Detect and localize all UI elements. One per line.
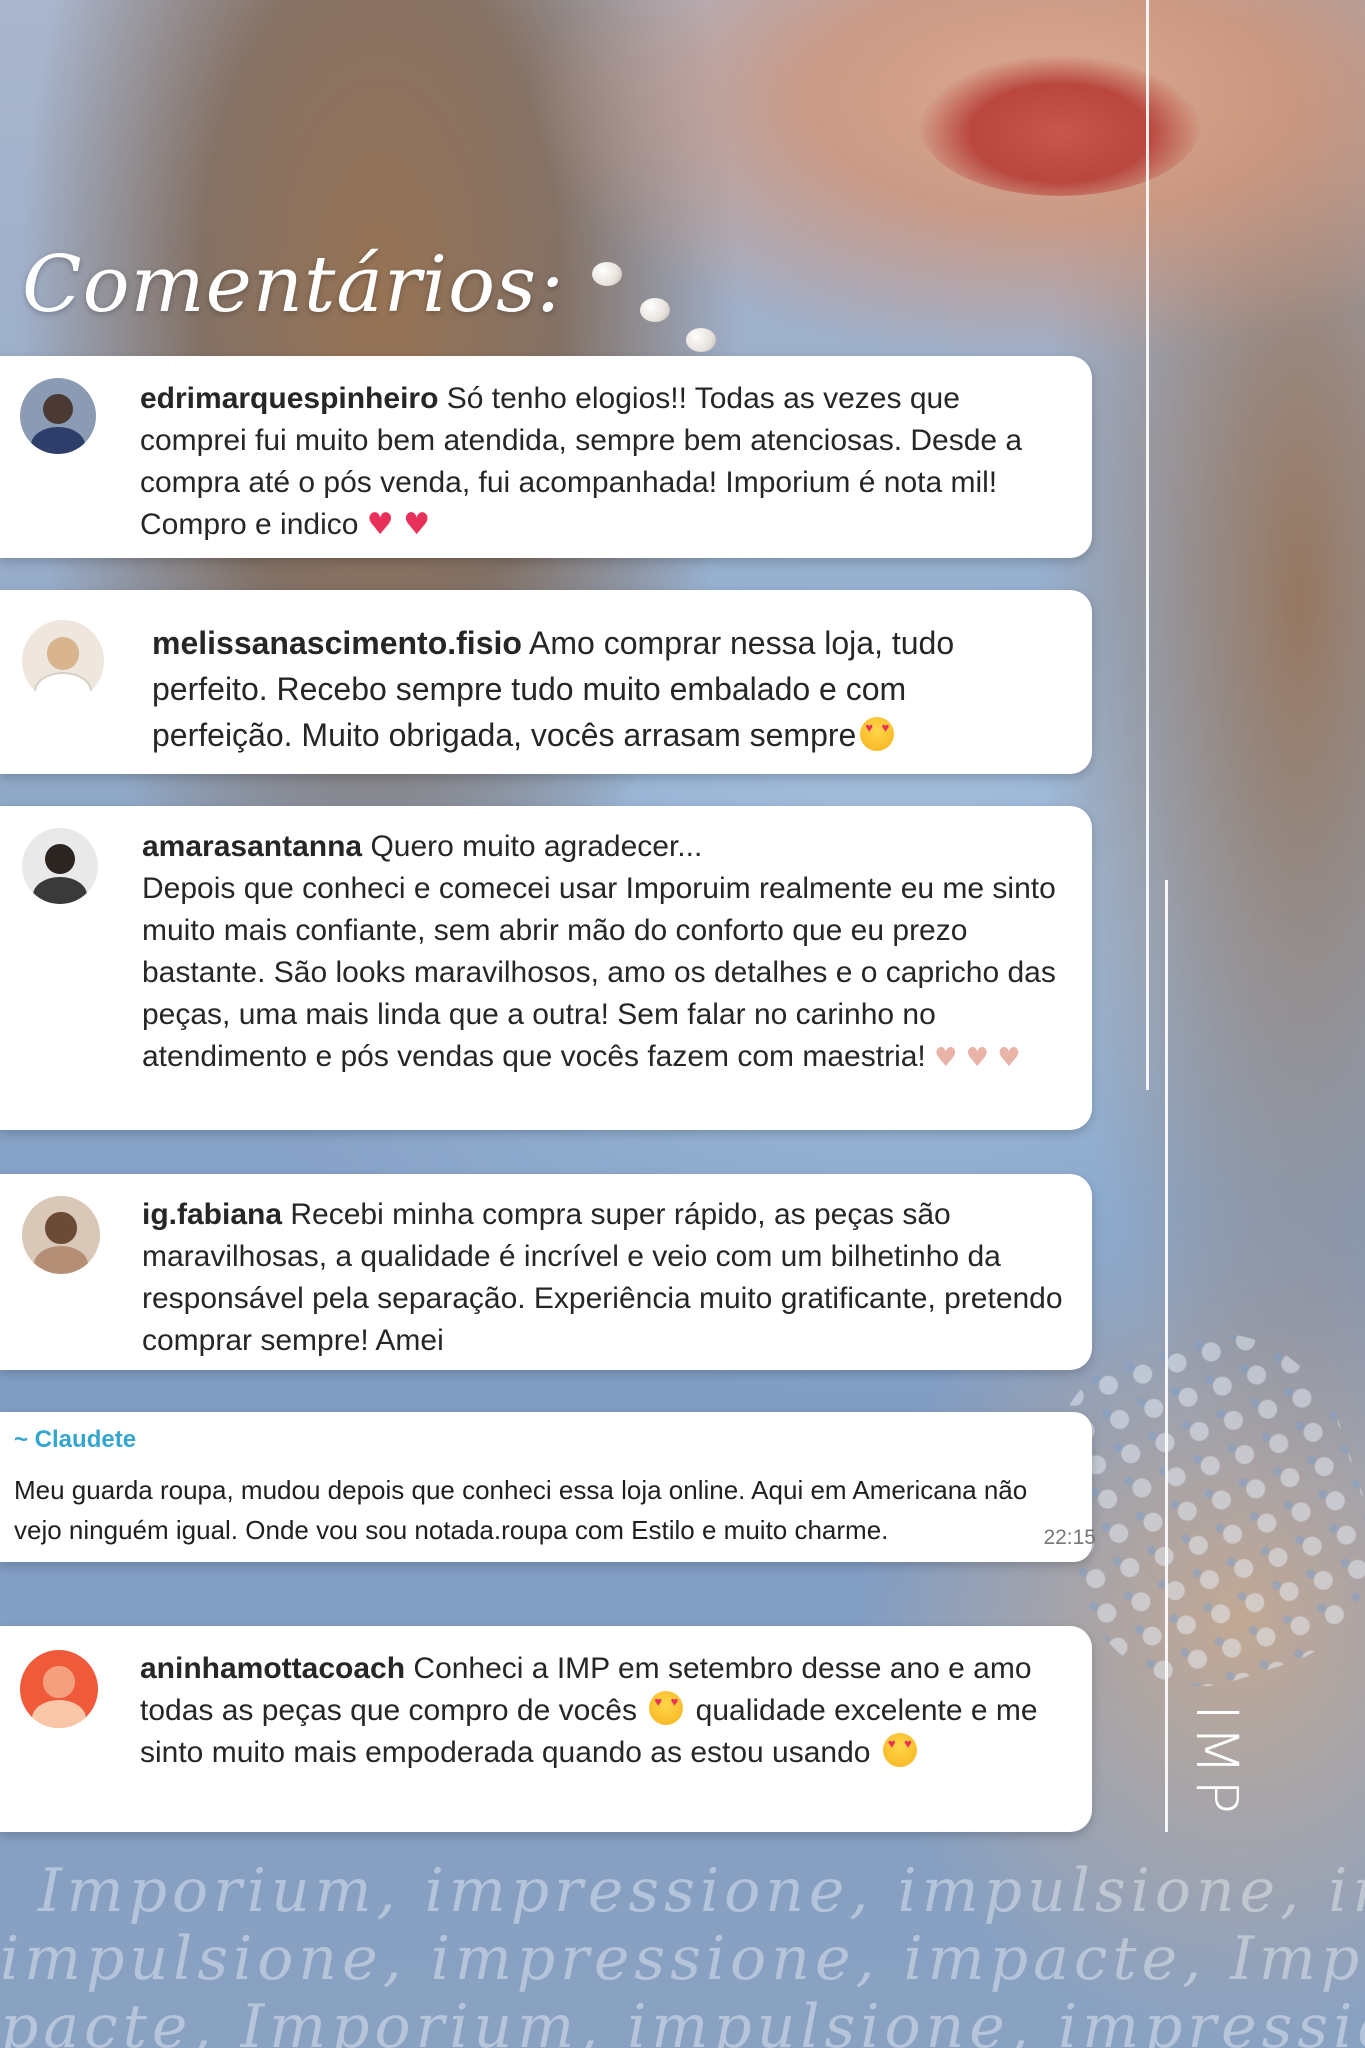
comment-card: edrimarquespinheiro Só tenho elogios!! T… [0, 356, 1092, 558]
avatar[interactable] [20, 1650, 98, 1728]
heart-eyes-emoji-icon [649, 1691, 684, 1725]
comment-username[interactable]: melissanascimento.fisio [152, 625, 522, 661]
slogan-line: impulsione, impressione, impacte, Impori… [0, 1924, 1365, 1994]
comment-username[interactable]: ig.fabiana [142, 1198, 282, 1231]
comment-body: Quero muito agradecer... [362, 830, 703, 863]
comment-username[interactable]: amarasantanna [142, 830, 362, 863]
comment-text: melissanascimento.fisio Amo comprar ness… [152, 620, 1052, 758]
page-title: Comentários: [22, 240, 565, 330]
message-timestamp: 22:15 [1043, 1526, 1096, 1549]
message-bubble: ~ Claudete Meu guarda roupa, mudou depoi… [0, 1412, 1096, 1562]
comment-card: ig.fabiana Recebi minha compra super ráp… [0, 1174, 1092, 1370]
pearl [592, 262, 622, 286]
comment-text: amarasantanna Quero muito agradecer... D… [142, 826, 1072, 1079]
lips-detail [920, 56, 1200, 196]
imp-logo: IMP [1183, 1704, 1251, 1819]
avatar[interactable] [22, 828, 98, 904]
heart-eyes-emoji-icon [860, 717, 895, 751]
heart-eyes-emoji-icon [882, 1733, 917, 1767]
avatar[interactable] [22, 1196, 100, 1274]
logo-divider-line [1165, 880, 1168, 1832]
comment-card: melissanascimento.fisio Amo comprar ness… [0, 590, 1092, 774]
pearl [686, 328, 716, 352]
heart-hands-icon: ♥ ♥ ♥ [934, 1043, 1021, 1073]
comment-text: edrimarquespinheiro Só tenho elogios!! T… [140, 378, 1060, 546]
comment-text: ig.fabiana Recebi minha compra super ráp… [142, 1194, 1067, 1362]
comment-text: aninhamottacoach Conheci a IMP em setemb… [140, 1648, 1075, 1774]
comment-card: aninhamottacoach Conheci a IMP em setemb… [0, 1626, 1092, 1832]
message-sender: ~ Claudete [14, 1426, 137, 1453]
heart-icon: ♥ ♥ [366, 507, 431, 542]
comment-body: Depois que conheci e comecei usar Imporu… [142, 872, 1056, 1073]
message-text: Meu guarda roupa, mudou depois que conhe… [14, 1475, 1028, 1545]
slogan-line: pacte, Imporium, impulsione, impressione… [0, 1992, 1365, 2048]
divider-line [1146, 0, 1149, 1090]
comment-username[interactable]: aninhamottacoach [140, 1652, 405, 1685]
pearl [640, 298, 670, 322]
comment-username[interactable]: edrimarquespinheiro [140, 382, 438, 415]
comment-card: amarasantanna Quero muito agradecer... D… [0, 806, 1092, 1130]
slogan-line: Imporium, impressione, impulsione, impac… [38, 1856, 1365, 1926]
avatar[interactable] [22, 620, 104, 702]
avatar[interactable] [20, 378, 96, 454]
